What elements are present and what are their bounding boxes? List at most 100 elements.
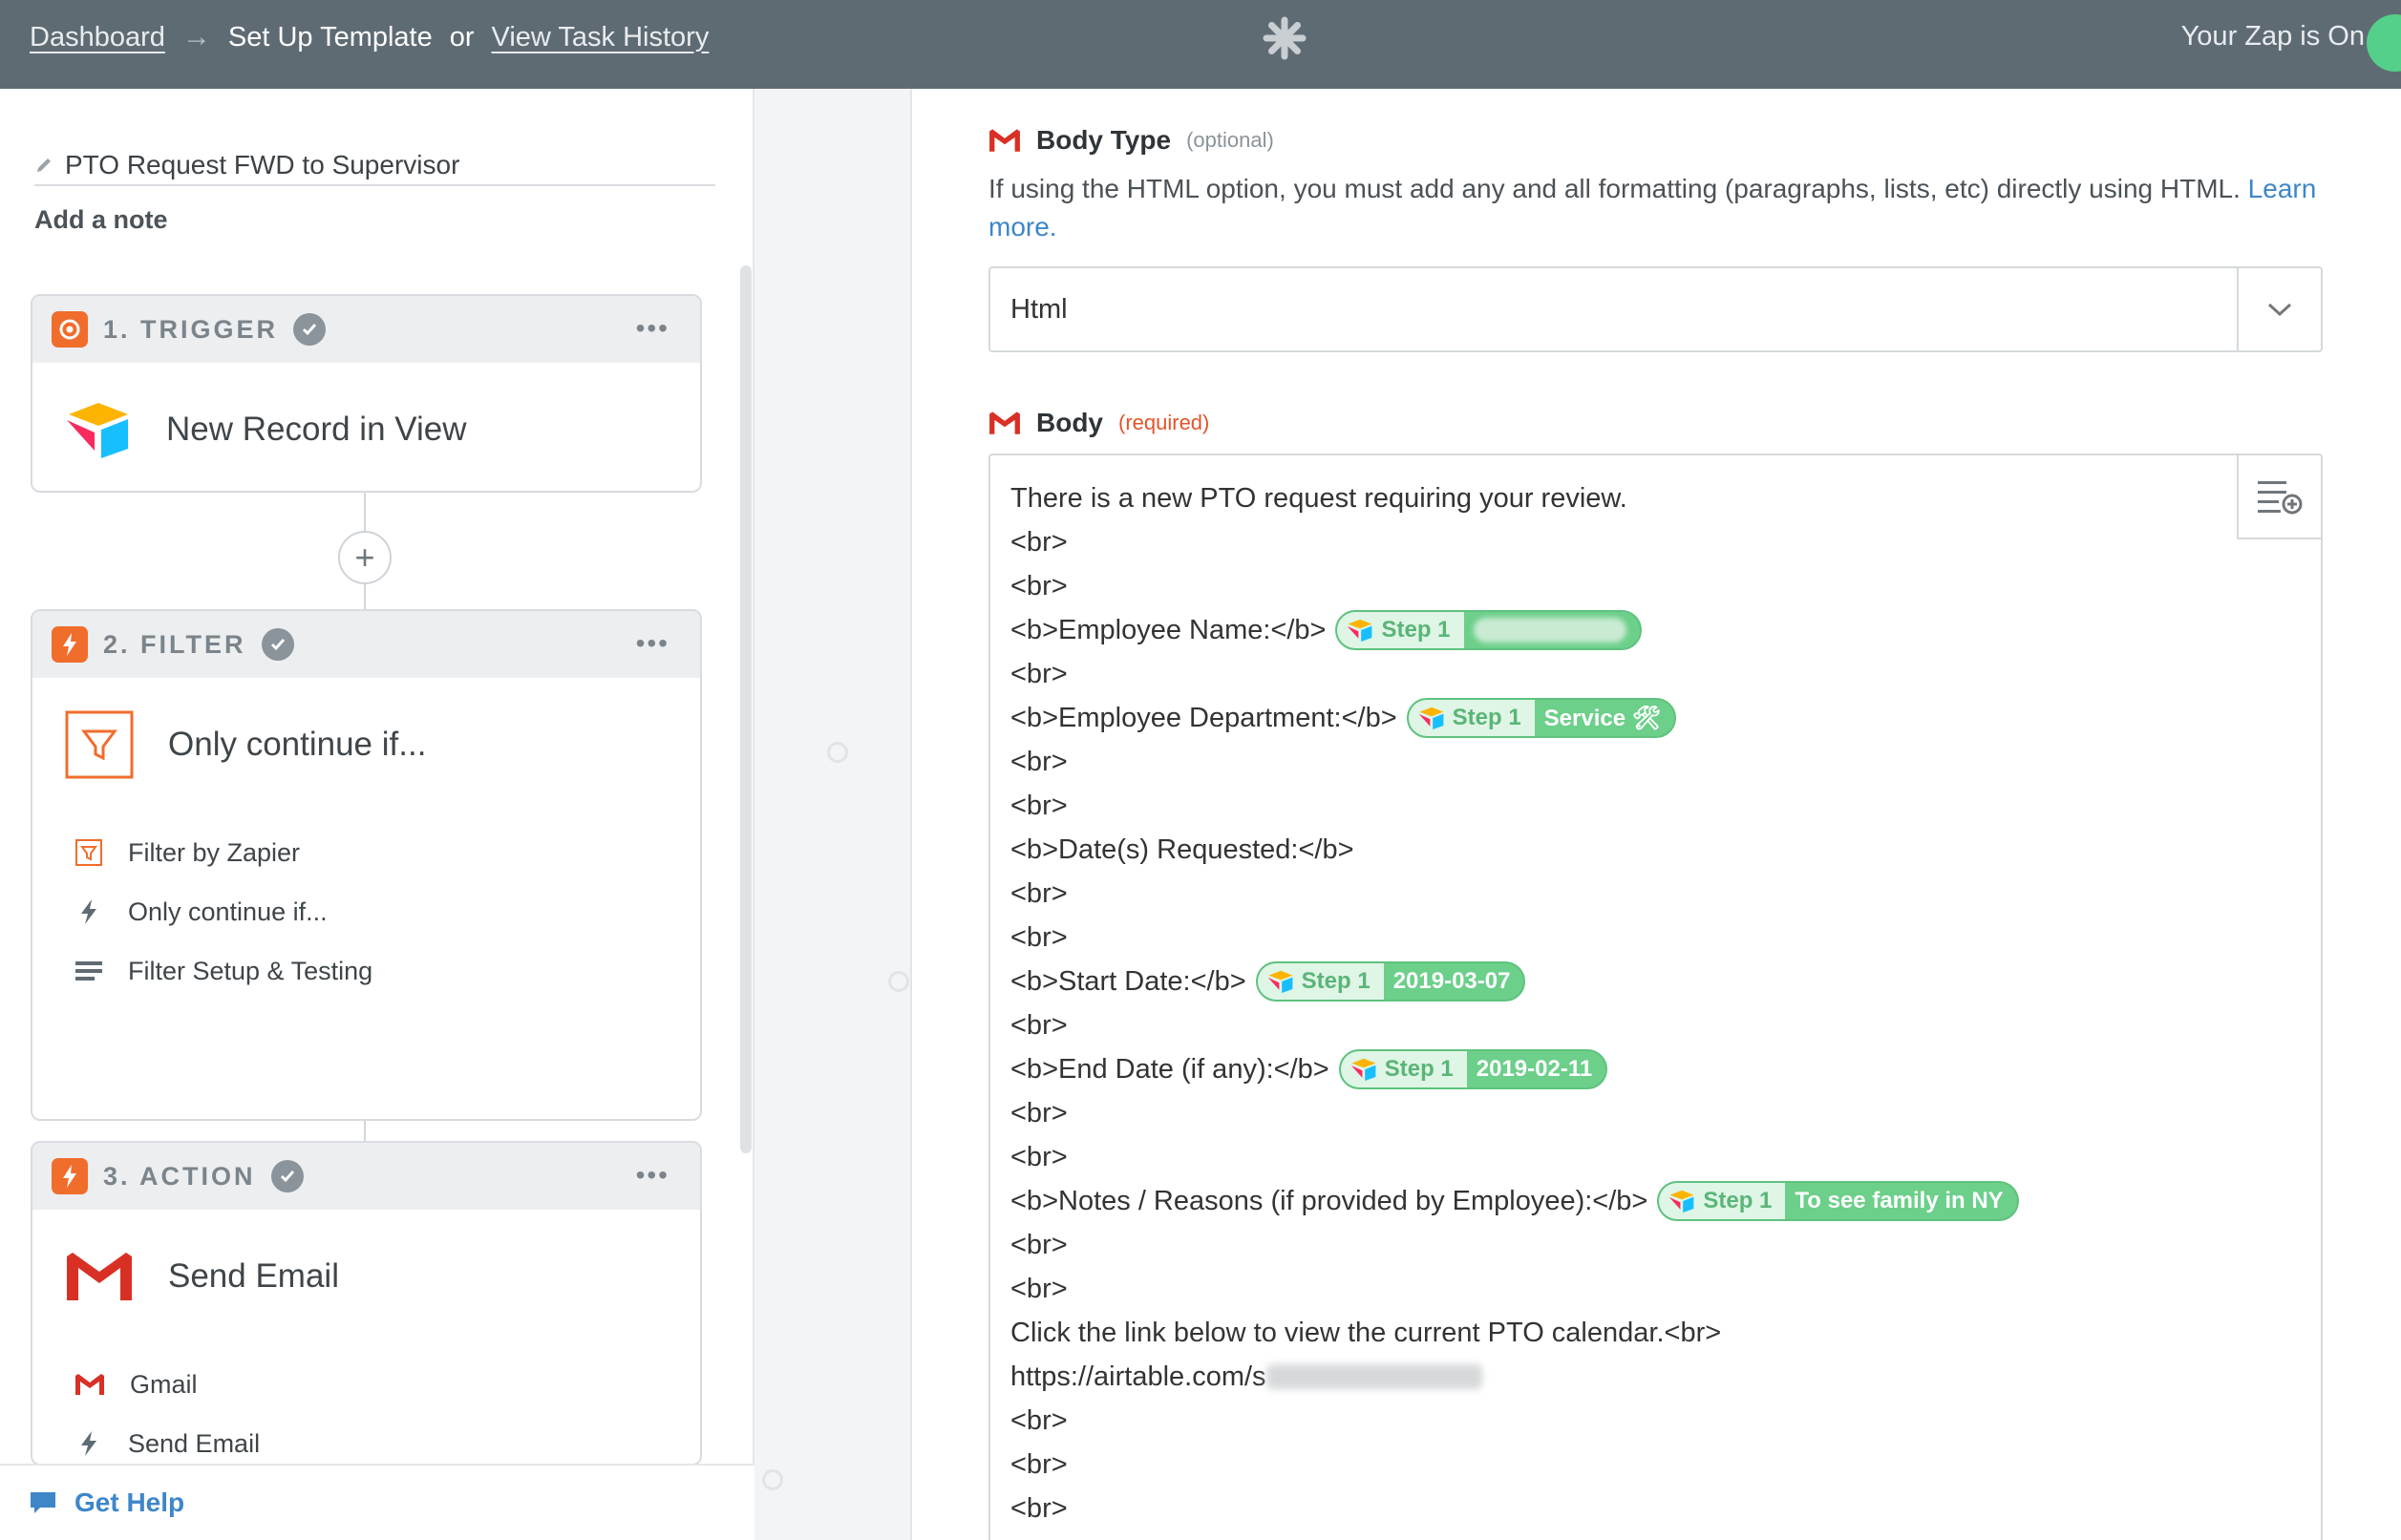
body-textarea[interactable]: There is a new PTO request requiring you… xyxy=(988,454,2323,1540)
filter-icon xyxy=(65,710,134,779)
zap-toggle[interactable] xyxy=(2367,14,2401,72)
field-pill[interactable]: Step 1 Service 🛠 xyxy=(1406,698,1677,738)
body-line: <br> xyxy=(1010,1097,1068,1129)
body-line: <b>Employee Department:</b> Step 1 Servi… xyxy=(1010,696,2321,740)
field-pill[interactable]: Step 1 2019-02-11 xyxy=(1338,1049,1608,1089)
redacted-url xyxy=(1265,1364,1482,1389)
trigger-icon xyxy=(52,311,88,348)
body-line: <br> xyxy=(1010,921,1068,953)
lightning-small-icon xyxy=(81,1431,96,1456)
body-line: <br> xyxy=(1010,877,1068,909)
body-line: <br> xyxy=(1010,1404,1068,1436)
body-line: Click the link below to view the current… xyxy=(1010,1317,1722,1348)
filter-small-icon xyxy=(75,839,102,866)
filter-action-label: Only continue if... xyxy=(128,897,328,926)
filter-app-label: Filter by Zapier xyxy=(128,837,301,867)
breadcrumb: Dashboard → Set Up Template or View Task… xyxy=(30,21,709,53)
airtable-icon xyxy=(1418,707,1444,729)
action-event-row[interactable]: Send Email xyxy=(32,1414,700,1464)
body-label-text: Body xyxy=(1036,408,1103,437)
lightning-small-icon xyxy=(81,899,96,924)
body-line: <br> xyxy=(1010,526,1068,558)
more-menu-icon[interactable]: ••• xyxy=(636,628,669,659)
or-text: or xyxy=(449,21,475,53)
action-step-card[interactable]: 3. ACTION ••• Send Email Gmail Send Emai… xyxy=(31,1141,702,1466)
more-menu-icon[interactable]: ••• xyxy=(636,1160,669,1191)
body-line: There is a new PTO request requiring you… xyxy=(1010,482,1627,514)
action-title: Send Email xyxy=(32,1210,700,1343)
chat-bubble-icon xyxy=(31,1492,55,1513)
trigger-step-card[interactable]: 1. TRIGGER ••• New Record in View xyxy=(31,294,702,493)
body-type-value: Html xyxy=(1010,293,1068,325)
filter-title-text: Only continue if... xyxy=(168,726,427,763)
body-type-label-text: Body Type xyxy=(1036,125,1172,155)
lightning-icon xyxy=(52,626,88,663)
zap-name-field[interactable]: PTO Request FWD to Supervisor xyxy=(34,146,715,186)
top-bar: Dashboard → Set Up Template or View Task… xyxy=(0,0,2401,89)
airtable-icon xyxy=(67,403,128,458)
required-tag: (required) xyxy=(1118,411,1210,434)
filter-setup-row[interactable]: Filter Setup & Testing xyxy=(32,941,700,1001)
pill-step: Step 1 xyxy=(1384,1056,1454,1082)
sidebar-scrollbar[interactable] xyxy=(740,265,752,1153)
body-type-select[interactable]: Html xyxy=(988,266,2323,352)
action-app-row[interactable]: Gmail xyxy=(32,1355,700,1414)
check-icon xyxy=(261,628,294,661)
breadcrumb-arrow: → xyxy=(181,21,211,53)
step-label: 2. FILTER xyxy=(103,629,246,659)
check-icon xyxy=(270,1160,304,1192)
body-label: Body (required) xyxy=(988,408,1209,438)
pill-step: Step 1 xyxy=(1452,705,1521,730)
airtable-icon xyxy=(1350,1058,1376,1081)
help-text: If using the HTML option, you must add a… xyxy=(988,174,2241,203)
body-line: <br> xyxy=(1010,1273,1068,1304)
body-type-help: If using the HTML option, you must add a… xyxy=(988,170,2335,246)
pill-value: 2019-03-07 xyxy=(1392,968,1511,994)
field-pill[interactable]: Step 1 To see family in NY xyxy=(1657,1181,2019,1221)
step-editor: Body Type (optional) If using the HTML o… xyxy=(912,89,2401,1540)
body-line: <br> xyxy=(1010,1448,1068,1480)
filter-action-row[interactable]: Only continue if... xyxy=(32,882,700,941)
body-line: <br> xyxy=(1010,1141,1068,1172)
pill-value: 2019-02-11 xyxy=(1476,1056,1593,1082)
insert-field-icon[interactable] xyxy=(2237,455,2321,539)
trigger-title: New Record in View xyxy=(32,363,700,491)
action-step-header: 3. ACTION ••• xyxy=(32,1143,700,1210)
body-line: <br> xyxy=(1010,1009,1068,1041)
optional-tag: (optional) xyxy=(1186,128,1274,152)
body-line: <b>Start Date:</b> Step 1 2019-03-07 xyxy=(1010,960,2321,1003)
body-type-label: Body Type (optional) xyxy=(988,125,1274,156)
connector-dot xyxy=(888,971,909,992)
add-step-button[interactable]: + xyxy=(338,531,392,584)
trigger-title-text: New Record in View xyxy=(166,411,467,448)
pill-step: Step 1 xyxy=(1381,617,1451,643)
connector-dot xyxy=(827,742,848,763)
body-line: <br> xyxy=(1010,1229,1068,1260)
body-line: <b>Employee Name:</b> Step 1 xyxy=(1010,608,2321,652)
filter-title: Only continue if... xyxy=(32,678,700,812)
pill-step: Step 1 xyxy=(1703,1188,1773,1213)
field-pill[interactable]: Step 1 xyxy=(1335,610,1642,650)
trigger-step-header: 1. TRIGGER ••• xyxy=(32,296,700,363)
add-note-link[interactable]: Add a note xyxy=(34,205,168,235)
field-pill[interactable]: Step 1 2019-03-07 xyxy=(1255,961,1526,1002)
zapier-logo-icon[interactable] xyxy=(1261,14,1308,62)
more-menu-icon[interactable]: ••• xyxy=(636,313,669,344)
dashboard-link[interactable]: Dashboard xyxy=(30,22,165,53)
canvas-gutter xyxy=(754,89,912,1540)
filter-app-row[interactable]: Filter by Zapier xyxy=(32,823,700,882)
zap-sidebar: PTO Request FWD to Supervisor Add a note… xyxy=(0,89,754,1540)
filter-step-card[interactable]: 2. FILTER ••• Only continue if... Filter… xyxy=(31,609,702,1121)
chevron-down-icon[interactable] xyxy=(2237,268,2321,350)
zap-name: PTO Request FWD to Supervisor xyxy=(65,150,460,179)
pencil-icon xyxy=(37,158,51,172)
body-line: https://airtable.com/s xyxy=(1010,1355,2321,1399)
redacted-value xyxy=(1473,618,1626,643)
body-line: <br> xyxy=(1010,570,1068,601)
view-task-history-link[interactable]: View Task History xyxy=(492,22,710,53)
gmail-small-icon xyxy=(75,1374,104,1395)
get-help-button[interactable]: Get Help xyxy=(0,1464,754,1540)
check-icon xyxy=(293,313,327,346)
body-line: <b>Notes / Reasons (if provided by Emplo… xyxy=(1010,1179,2321,1223)
body-line: <b>End Date (if any):</b> Step 1 2019-02… xyxy=(1010,1047,2321,1091)
